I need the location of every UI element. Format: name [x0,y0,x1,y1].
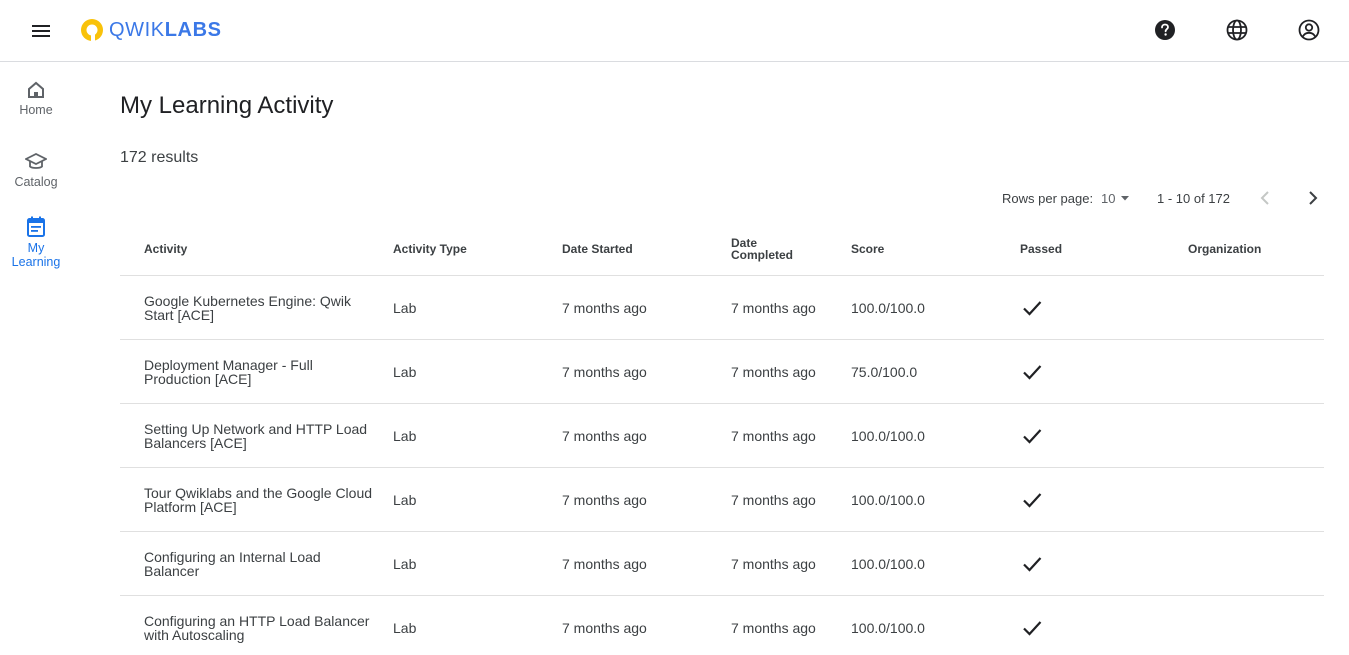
page-title: My Learning Activity [120,92,334,119]
passed-cell [1020,340,1170,404]
column-header-organization[interactable]: Organization [1188,222,1318,276]
qwiklabs-logo[interactable]: QWIKLABS [80,16,222,44]
pagination-range: 1 - 10 of 172 [1157,190,1230,206]
table-header: Activity Activity Type Date Started Date… [120,222,1324,276]
account-icon[interactable] [1296,17,1322,43]
activity-cell[interactable]: Google Kubernetes Engine: Qwik Start [AC… [144,276,376,340]
organization-cell [1188,340,1318,404]
column-header-activity-type[interactable]: Activity Type [393,222,543,276]
check-icon [1020,424,1044,448]
score-cell: 75.0/100.0 [851,364,918,380]
organization-cell [1188,468,1318,532]
passed-cell [1020,276,1170,340]
side-navigation: Home Catalog My Learning [0,62,72,655]
sidebar-item-label: Home [19,103,53,117]
check-icon [1020,616,1044,640]
sidebar-item-home[interactable]: Home [0,80,72,117]
qwiklabs-logo-icon [81,19,103,42]
score-cell: 100.0/100.0 [851,620,925,636]
help-icon[interactable] [1152,17,1178,43]
sidebar-item-my-learning[interactable]: My Learning [0,216,72,269]
passed-cell [1020,468,1170,532]
date-completed-cell: 7 months ago [731,428,816,444]
date-started-cell: 7 months ago [562,364,647,380]
organization-cell [1188,596,1318,655]
table-row[interactable]: Deployment Manager - Full Production [AC… [120,340,1324,404]
date-started-cell: 7 months ago [562,556,647,572]
results-count: 172 results [120,149,199,166]
menu-icon[interactable] [28,18,54,44]
date-started-cell: 7 months ago [562,492,647,508]
column-header-activity[interactable]: Activity [144,222,376,276]
check-icon [1020,488,1044,512]
logo-text-light: QWIK [109,18,165,41]
check-icon [1020,296,1044,320]
activity-type-cell: Lab [393,492,417,508]
rows-per-page-label: Rows per page: [1002,190,1094,206]
sidebar-item-label: My Learning [11,241,61,269]
chevron-right-icon [1309,191,1318,205]
sidebar-item-label: Catalog [14,175,58,189]
activity-type-cell: Lab [393,556,417,572]
learning-activity-table: Activity Activity Type Date Started Date… [120,222,1324,655]
activity-cell[interactable]: Tour Qwiklabs and the Google Cloud Platf… [144,468,376,532]
activity-type-cell: Lab [393,300,417,316]
next-page-button[interactable] [1301,186,1325,210]
logo-text: QWIKLABS [109,19,222,42]
passed-cell [1020,404,1170,468]
score-cell: 100.0/100.0 [851,492,925,508]
score-cell: 100.0/100.0 [851,556,925,572]
check-icon [1020,360,1044,384]
calendar-icon [27,216,45,237]
chevron-left-icon [1260,191,1269,205]
activity-type-cell: Lab [393,428,417,444]
date-completed-cell: 7 months ago [731,556,816,572]
table-row[interactable]: Configuring an Internal Load Balancer Lab… [120,532,1324,596]
passed-cell [1020,596,1170,655]
language-icon[interactable] [1224,17,1250,43]
activity-type-cell: Lab [393,364,417,380]
rows-per-page-value: 10 [1101,190,1116,206]
home-icon [28,81,44,98]
activity-cell[interactable]: Configuring an Internal Load Balancer [144,532,376,596]
activity-cell[interactable]: Setting Up Network and HTTP Load Balance… [144,404,376,468]
previous-page-button[interactable] [1253,186,1277,210]
table-row[interactable]: Setting Up Network and HTTP Load Balance… [120,404,1324,468]
top-app-bar: QWIKLABS [0,0,1349,62]
date-started-cell: 7 months ago [562,428,647,444]
date-started-cell: 7 months ago [562,620,647,636]
check-icon [1020,552,1044,576]
date-completed-cell: 7 months ago [731,300,816,316]
dropdown-arrow-icon [1121,195,1130,200]
passed-cell [1020,532,1170,596]
date-completed-cell: 7 months ago [731,364,816,380]
table-row[interactable]: Tour Qwiklabs and the Google Cloud Platf… [120,468,1324,532]
column-header-date-started[interactable]: Date Started [562,222,712,276]
score-cell: 100.0/100.0 [851,428,925,444]
activity-type-cell: Lab [393,620,417,636]
organization-cell [1188,276,1318,340]
sidebar-item-catalog[interactable]: Catalog [0,152,72,189]
date-completed-cell: 7 months ago [731,620,816,636]
column-header-passed[interactable]: Passed [1020,222,1170,276]
activity-cell[interactable]: Configuring an HTTP Load Balancer with A… [144,596,376,655]
rows-per-page-select[interactable]: 10 [1101,188,1130,208]
table-row[interactable]: Google Kubernetes Engine: Qwik Start [AC… [120,276,1324,340]
score-cell: 100.0/100.0 [851,300,925,316]
date-completed-cell: 7 months ago [731,492,816,508]
activity-cell[interactable]: Deployment Manager - Full Production [AC… [144,340,376,404]
column-header-score[interactable]: Score [851,222,1001,276]
catalog-icon [25,152,47,169]
date-started-cell: 7 months ago [562,300,647,316]
table-row[interactable]: Configuring an HTTP Load Balancer with A… [120,596,1324,655]
organization-cell [1188,404,1318,468]
logo-text-bold: LABS [164,18,222,41]
column-header-date-completed[interactable]: Date Completed [731,222,806,276]
organization-cell [1188,532,1318,596]
